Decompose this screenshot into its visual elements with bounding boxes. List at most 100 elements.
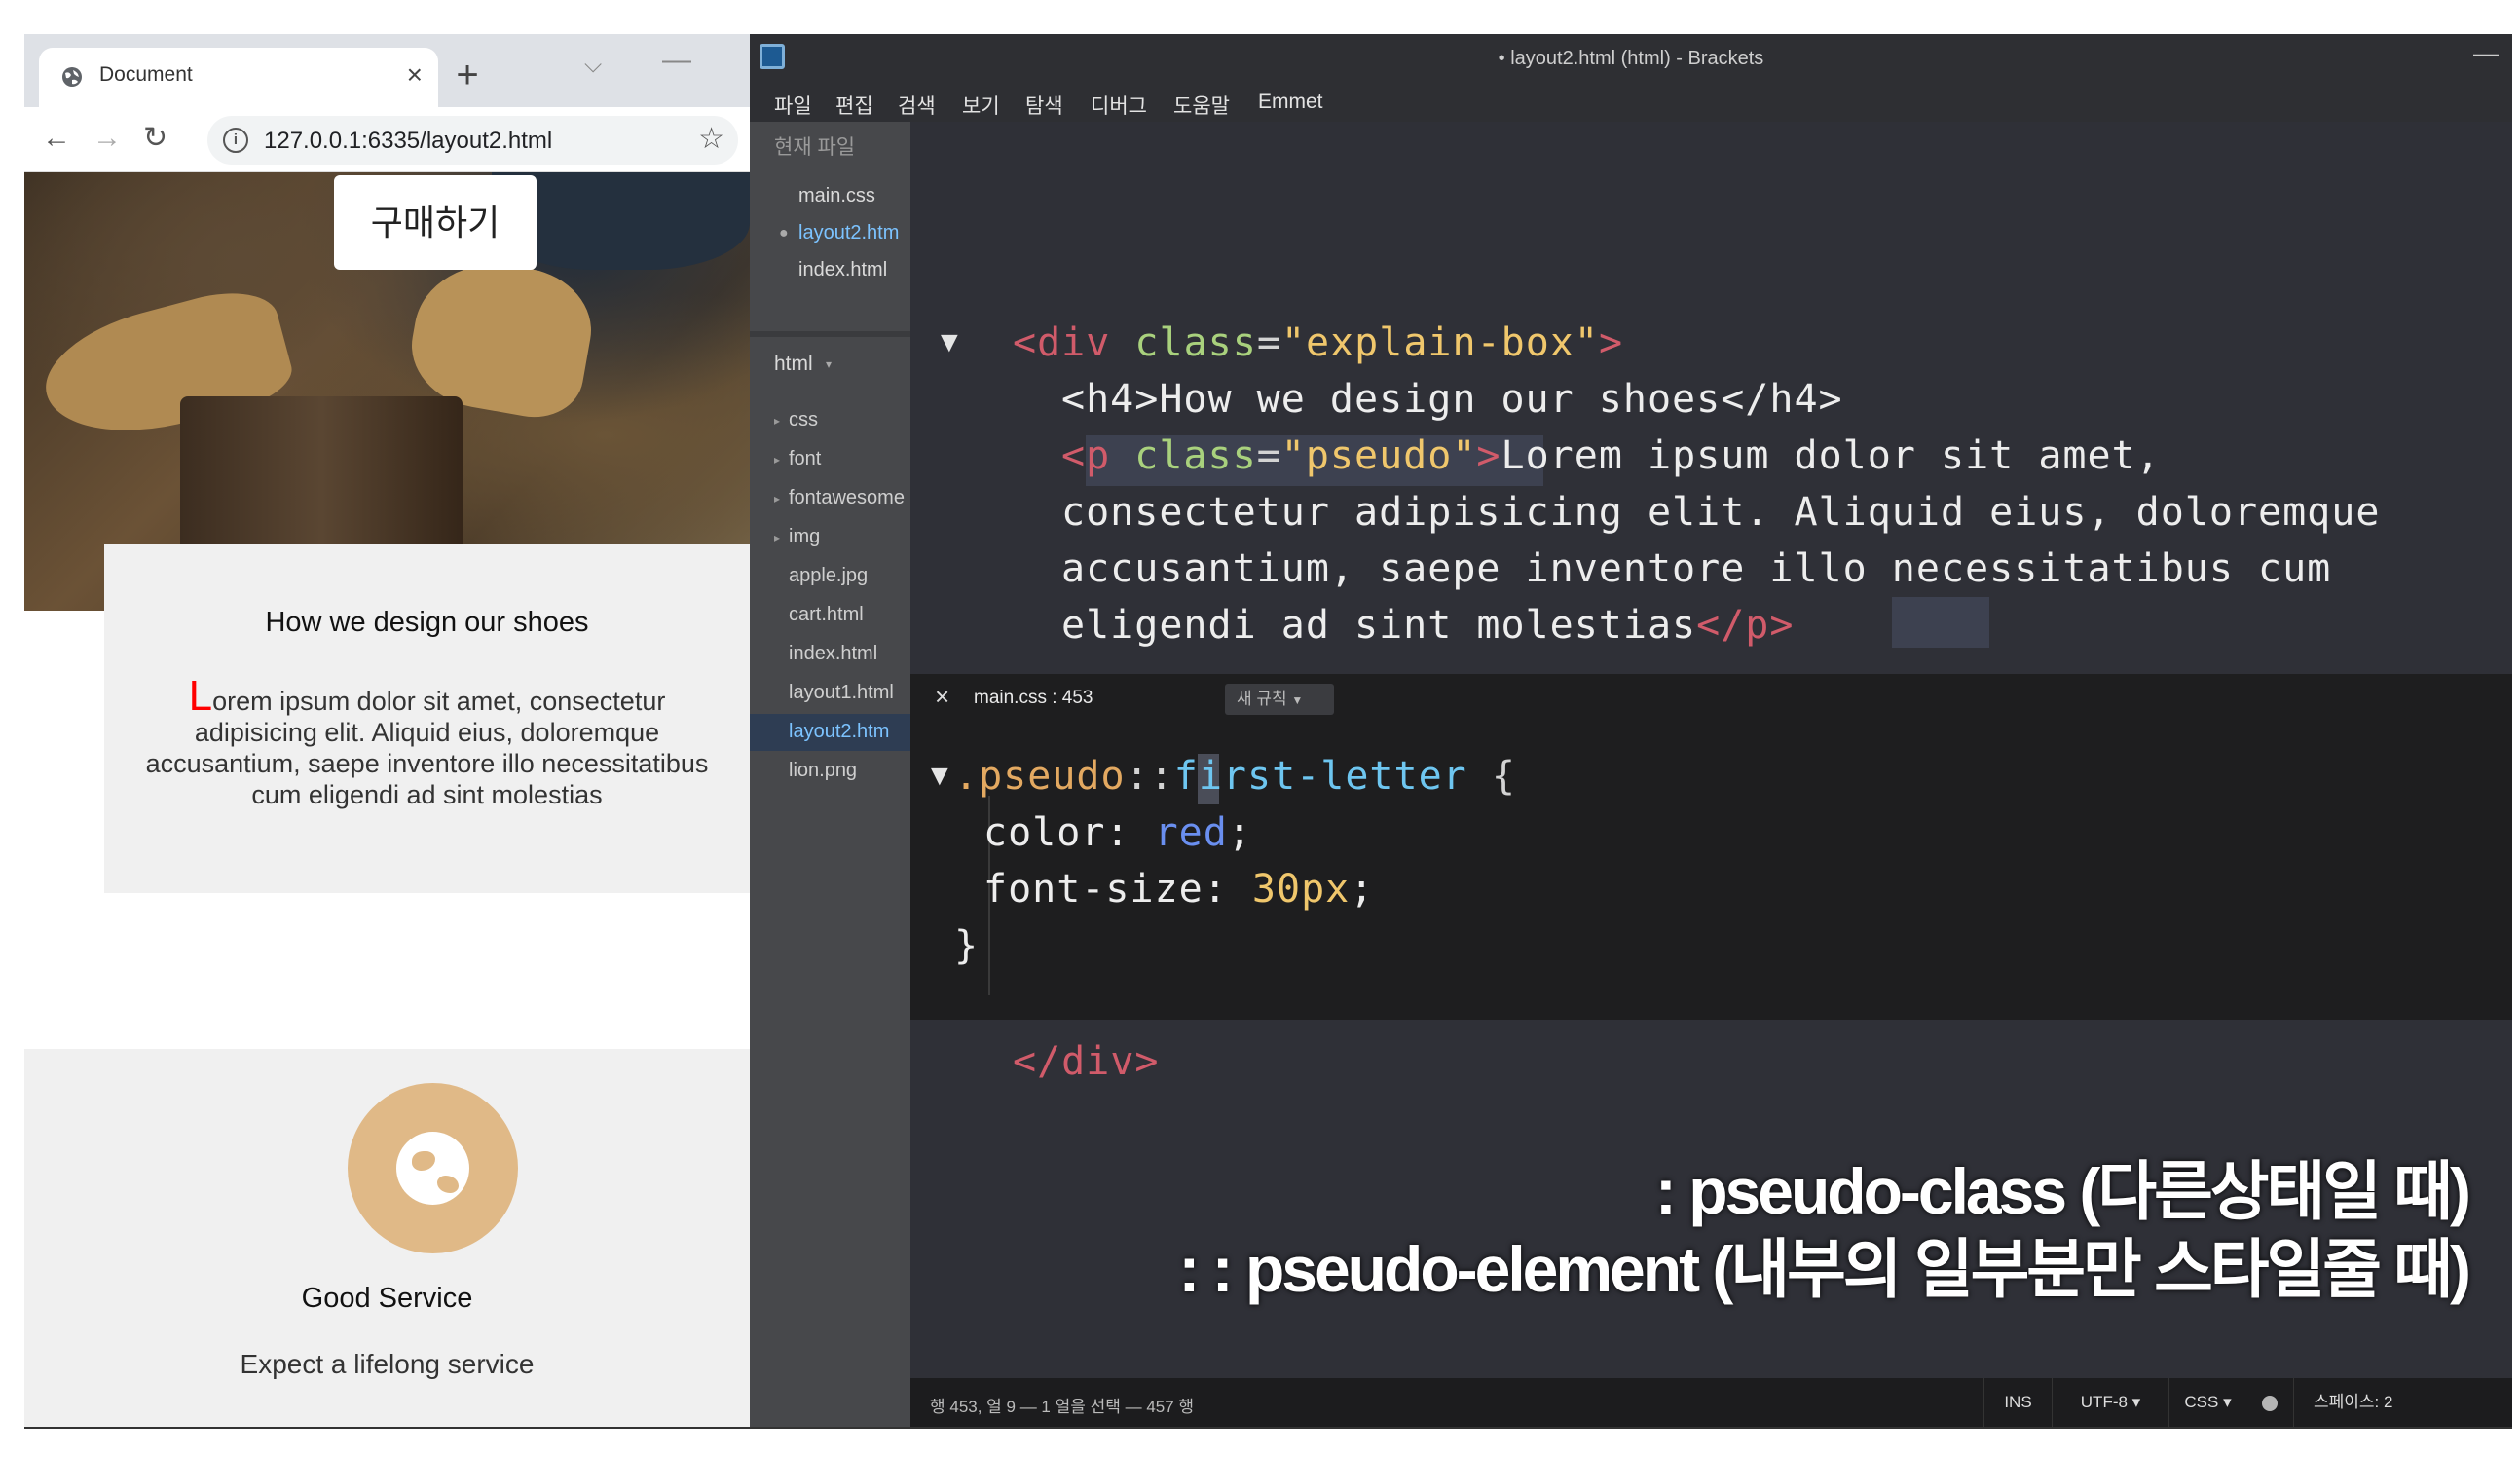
fold-arrow-icon[interactable]: ▼ [925,760,954,793]
explain-paragraph: Lorem ipsum dolor sit amet, consectetur … [143,675,711,810]
working-files-header[interactable]: 현재 파일 [774,131,855,161]
new-tab-button[interactable]: + [438,56,497,94]
code-line-5: accusantium, saepe inventore illo necess… [1061,546,2332,591]
globe-icon-inner [396,1132,469,1205]
folder-arrow-icon: ▸ [774,531,781,544]
globe-icon [348,1083,518,1253]
service-text: Expect a lifelong service [240,1349,535,1379]
language-dropdown[interactable]: CSS ▾ [2168,1378,2246,1427]
menu-file[interactable]: 파일 [774,91,812,120]
new-rule-dropdown[interactable]: 새 규칙 ▼ [1225,684,1334,715]
tree-file-index[interactable]: index.html [789,643,877,665]
tab-title: Document [99,63,193,86]
tree-file-cart[interactable]: cart.html [789,604,864,626]
indent-setting[interactable]: 스페이스: 2 [2293,1378,2512,1427]
code-line-p-open: <p class="pseudo">Lorem ipsum dolor sit … [1061,433,2161,478]
tree-file-lion[interactable]: lion.png [789,760,857,782]
folder-arrow-icon: ▸ [774,453,781,467]
matching-tag-highlight [1892,597,1989,648]
back-icon[interactable]: ← [42,119,71,158]
inline-file-ref[interactable]: main.css : 453 [974,688,1093,709]
status-bar: 행 453, 열 9 — 1 열을 선택 — 457 행 INS UTF-8 ▾… [910,1378,2512,1427]
css-prop-font-size: font-size [983,867,1204,912]
inline-css-editor[interactable]: × main.css : 453 새 규칙 ▼ ▼ .pseudo::first… [910,674,2512,1020]
folder-arrow-icon: ▸ [774,492,781,505]
menu-emmet[interactable]: Emmet [1258,91,1323,114]
tree-folder-fontawesome[interactable]: fontawesome [789,487,905,509]
chevron-down-icon: ▼ [1291,693,1304,707]
menu-find[interactable]: 검색 [898,91,936,120]
linter-status-icon[interactable] [2262,1396,2278,1411]
tree-file-apple[interactable]: apple.jpg [789,565,868,587]
code-text-eligendi: eligendi ad sint molestias [1061,603,1697,648]
encoding-dropdown[interactable]: UTF-8 ▾ [2052,1378,2168,1427]
browser-toolbar: ← → ↻ i 127.0.0.1:6335/layout2.html ☆ [24,107,750,172]
css-selector-class: .pseudo [954,754,1126,799]
url-text[interactable]: 127.0.0.1:6335/layout2.html [264,128,552,155]
ins-mode-toggle[interactable]: INS [1983,1378,2052,1427]
tab-search-icon[interactable]: ⌵ [584,52,602,79]
code-editor[interactable]: ▼ <div class="explain-box"> <h4>How we d… [910,122,2512,1378]
menu-help[interactable]: 도움말 [1173,91,1230,120]
tree-file-layout2[interactable]: layout2.htm [789,721,889,743]
cursor-position: 행 453, 열 9 — 1 열을 선택 — 457 행 [930,1398,1195,1416]
service-title: Good Service [301,1283,473,1314]
css-colon: : [1125,754,1150,799]
fold-arrow-icon[interactable]: ▼ [935,326,964,359]
menu-edit[interactable]: 편집 [835,91,873,120]
service-section: Good Service Expect a lifelong service [24,1049,750,1427]
css-selector-line: .pseudo::first-letter { [954,754,1516,799]
inline-editor-header: × main.css : 453 새 규칙 ▼ [910,674,2512,721]
css-brace-open: { [1491,754,1516,799]
reload-icon[interactable]: ↻ [143,119,167,158]
bookmark-star-icon[interactable]: ☆ [698,122,724,156]
css-decl-color: color: red; [983,810,1252,855]
code-text-lorem: Lorem ipsum dolor sit amet, [1501,433,2161,478]
css-decl-font-size: font-size: 30px; [983,867,1375,912]
address-bar[interactable]: i 127.0.0.1:6335/layout2.html ☆ [207,116,738,165]
unsaved-dot-icon: ● [779,225,789,242]
tree-file-layout1[interactable]: layout1.html [789,682,894,704]
css-prop-color: color [983,810,1106,855]
buy-button[interactable]: 구매하기 [334,175,537,270]
css-value-30px: 30px [1251,867,1351,912]
working-file-index[interactable]: index.html [798,259,887,281]
forward-icon[interactable]: → [93,119,122,158]
menu-navigate[interactable]: 탐색 [1025,91,1063,120]
project-dropdown[interactable]: html [774,353,813,376]
new-rule-label: 새 규칙 [1237,690,1287,708]
sidebar-divider [750,331,910,337]
code-line-4: consectetur adipisicing elit. Aliquid ei… [1061,490,2381,535]
tree-folder-font[interactable]: font [789,448,821,470]
frame-bottom-border [24,1427,2512,1429]
code-line-div-close: </div> [1013,1039,1160,1084]
site-info-icon[interactable]: i [223,128,248,153]
chevron-down-icon: ▾ [826,357,833,371]
browser-window: Document × + ⌵ — ← → ↻ i 127.0.0.1:6335/… [24,34,750,1427]
code-line-h4: <h4>How we design our shoes</h4> [1061,377,1843,422]
tree-folder-css[interactable]: css [789,409,818,431]
page-viewport: 구매하기 How we design our shoes Lorem ipsum… [24,172,750,1427]
tab-close-icon[interactable]: × [407,59,423,91]
explain-box: How we design our shoes Lorem ipsum dolo… [104,544,750,893]
menu-view[interactable]: 보기 [962,91,1000,120]
css-colon: : [1149,754,1174,799]
title-bar: • layout2.html (html) - Brackets — [750,34,2512,85]
close-icon[interactable]: × [935,682,949,712]
working-file-main-css[interactable]: main.css [798,185,875,207]
css-value-red: red [1154,810,1228,855]
code-p-close: </p> [1696,603,1795,648]
css-pseudo-element: first-letter [1173,754,1467,799]
tree-folder-img[interactable]: img [789,526,820,548]
minimize-button[interactable]: — [2473,38,2499,68]
browser-tab[interactable]: Document × [39,48,438,107]
menu-bar: 파일 편집 검색 보기 탐색 디버그 도움말 Emmet [750,85,2512,122]
code-line-div-open: <div class="explain-box"> [1013,320,1624,365]
folder-arrow-icon: ▸ [774,414,781,428]
minimize-button[interactable]: — [662,44,691,77]
css-brace-close: } [954,923,980,968]
menu-debug[interactable]: 디버그 [1091,91,1147,120]
window-title: • layout2.html (html) - Brackets [1498,48,1764,69]
first-letter: L [188,672,213,720]
working-file-layout2[interactable]: layout2.htm [798,222,899,244]
